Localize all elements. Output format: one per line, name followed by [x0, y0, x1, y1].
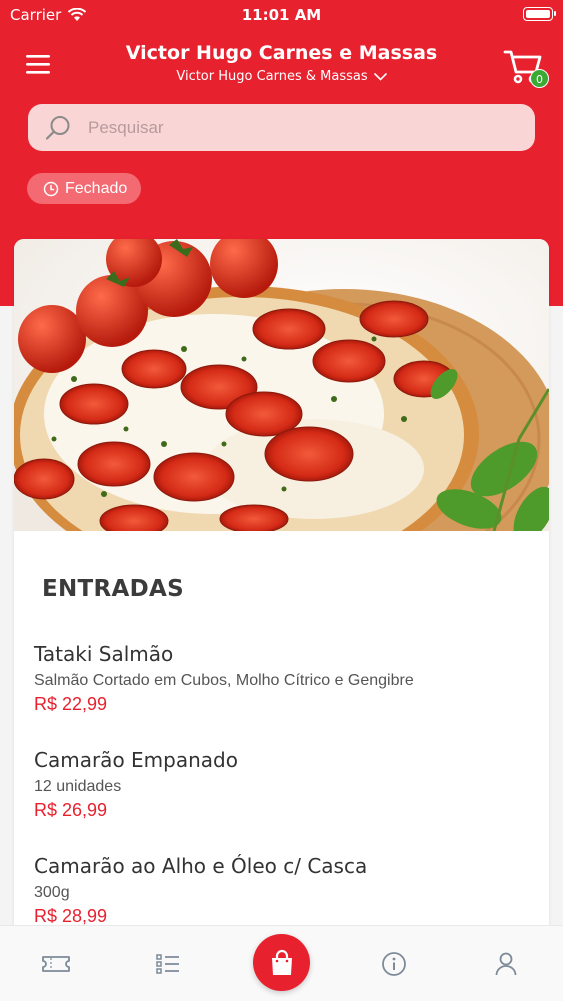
item-price: R$ 22,99: [34, 694, 108, 714]
item-name: Tataki Salmão: [34, 642, 174, 666]
tab-coupons[interactable]: [36, 944, 76, 984]
menu-item[interactable]: Camarão ao Alho e Óleo c/ Casca 300g R$ …: [34, 854, 534, 927]
hamburger-icon: [26, 55, 50, 74]
search-bar[interactable]: [28, 104, 535, 151]
search-icon: [45, 115, 70, 140]
tab-menu-list[interactable]: [148, 944, 188, 984]
tab-info[interactable]: [374, 944, 414, 984]
menu-card: ENTRADAS Tataki Salmão Salmão Cortado em…: [14, 239, 549, 959]
item-name: Camarão ao Alho e Óleo c/ Casca: [34, 854, 368, 878]
list-icon: [156, 954, 179, 974]
store-selector[interactable]: Victor Hugo Carnes & Massas: [176, 69, 387, 84]
hero-image: [14, 239, 549, 531]
store-title-block: Victor Hugo Carnes e Massas Victor Hugo …: [90, 42, 473, 84]
bag-icon: [271, 949, 292, 975]
hamburger-menu-button[interactable]: [24, 52, 52, 76]
cart-count-badge: 0: [530, 69, 549, 88]
clock-icon: [43, 181, 59, 196]
tab-profile[interactable]: [486, 944, 526, 984]
item-name: Camarão Empanado: [34, 748, 238, 772]
clock: 11:01 AM: [241, 6, 322, 24]
user-icon: [495, 952, 517, 976]
item-price: R$ 28,99: [34, 906, 108, 926]
category-title: ENTRADAS: [42, 576, 185, 602]
ticket-icon: [42, 956, 70, 972]
store-status-badge: Fechado: [27, 173, 142, 204]
chevron-down-icon: [373, 72, 387, 81]
store-selector-label: Victor Hugo Carnes & Massas: [176, 69, 368, 84]
info-icon: [382, 952, 406, 976]
status-bar: Carrier 11:01 AM: [0, 0, 563, 30]
item-description: 300g: [34, 884, 70, 901]
search-input[interactable]: [86, 116, 490, 139]
battery-icon: [523, 7, 556, 21]
item-description: Salmão Cortado em Cubos, Molho Cítrico e…: [34, 672, 414, 689]
tab-orders-button[interactable]: [253, 934, 310, 991]
store-status-label: Fechado: [65, 179, 128, 197]
item-description: 12 unidades: [34, 778, 122, 795]
menu-item[interactable]: Tataki Salmão Salmão Cortado em Cubos, M…: [34, 642, 534, 715]
item-price: R$ 26,99: [34, 800, 108, 820]
store-title: Victor Hugo Carnes e Massas: [125, 42, 438, 64]
menu-item[interactable]: Camarão Empanado 12 unidades R$ 26,99: [34, 748, 534, 821]
